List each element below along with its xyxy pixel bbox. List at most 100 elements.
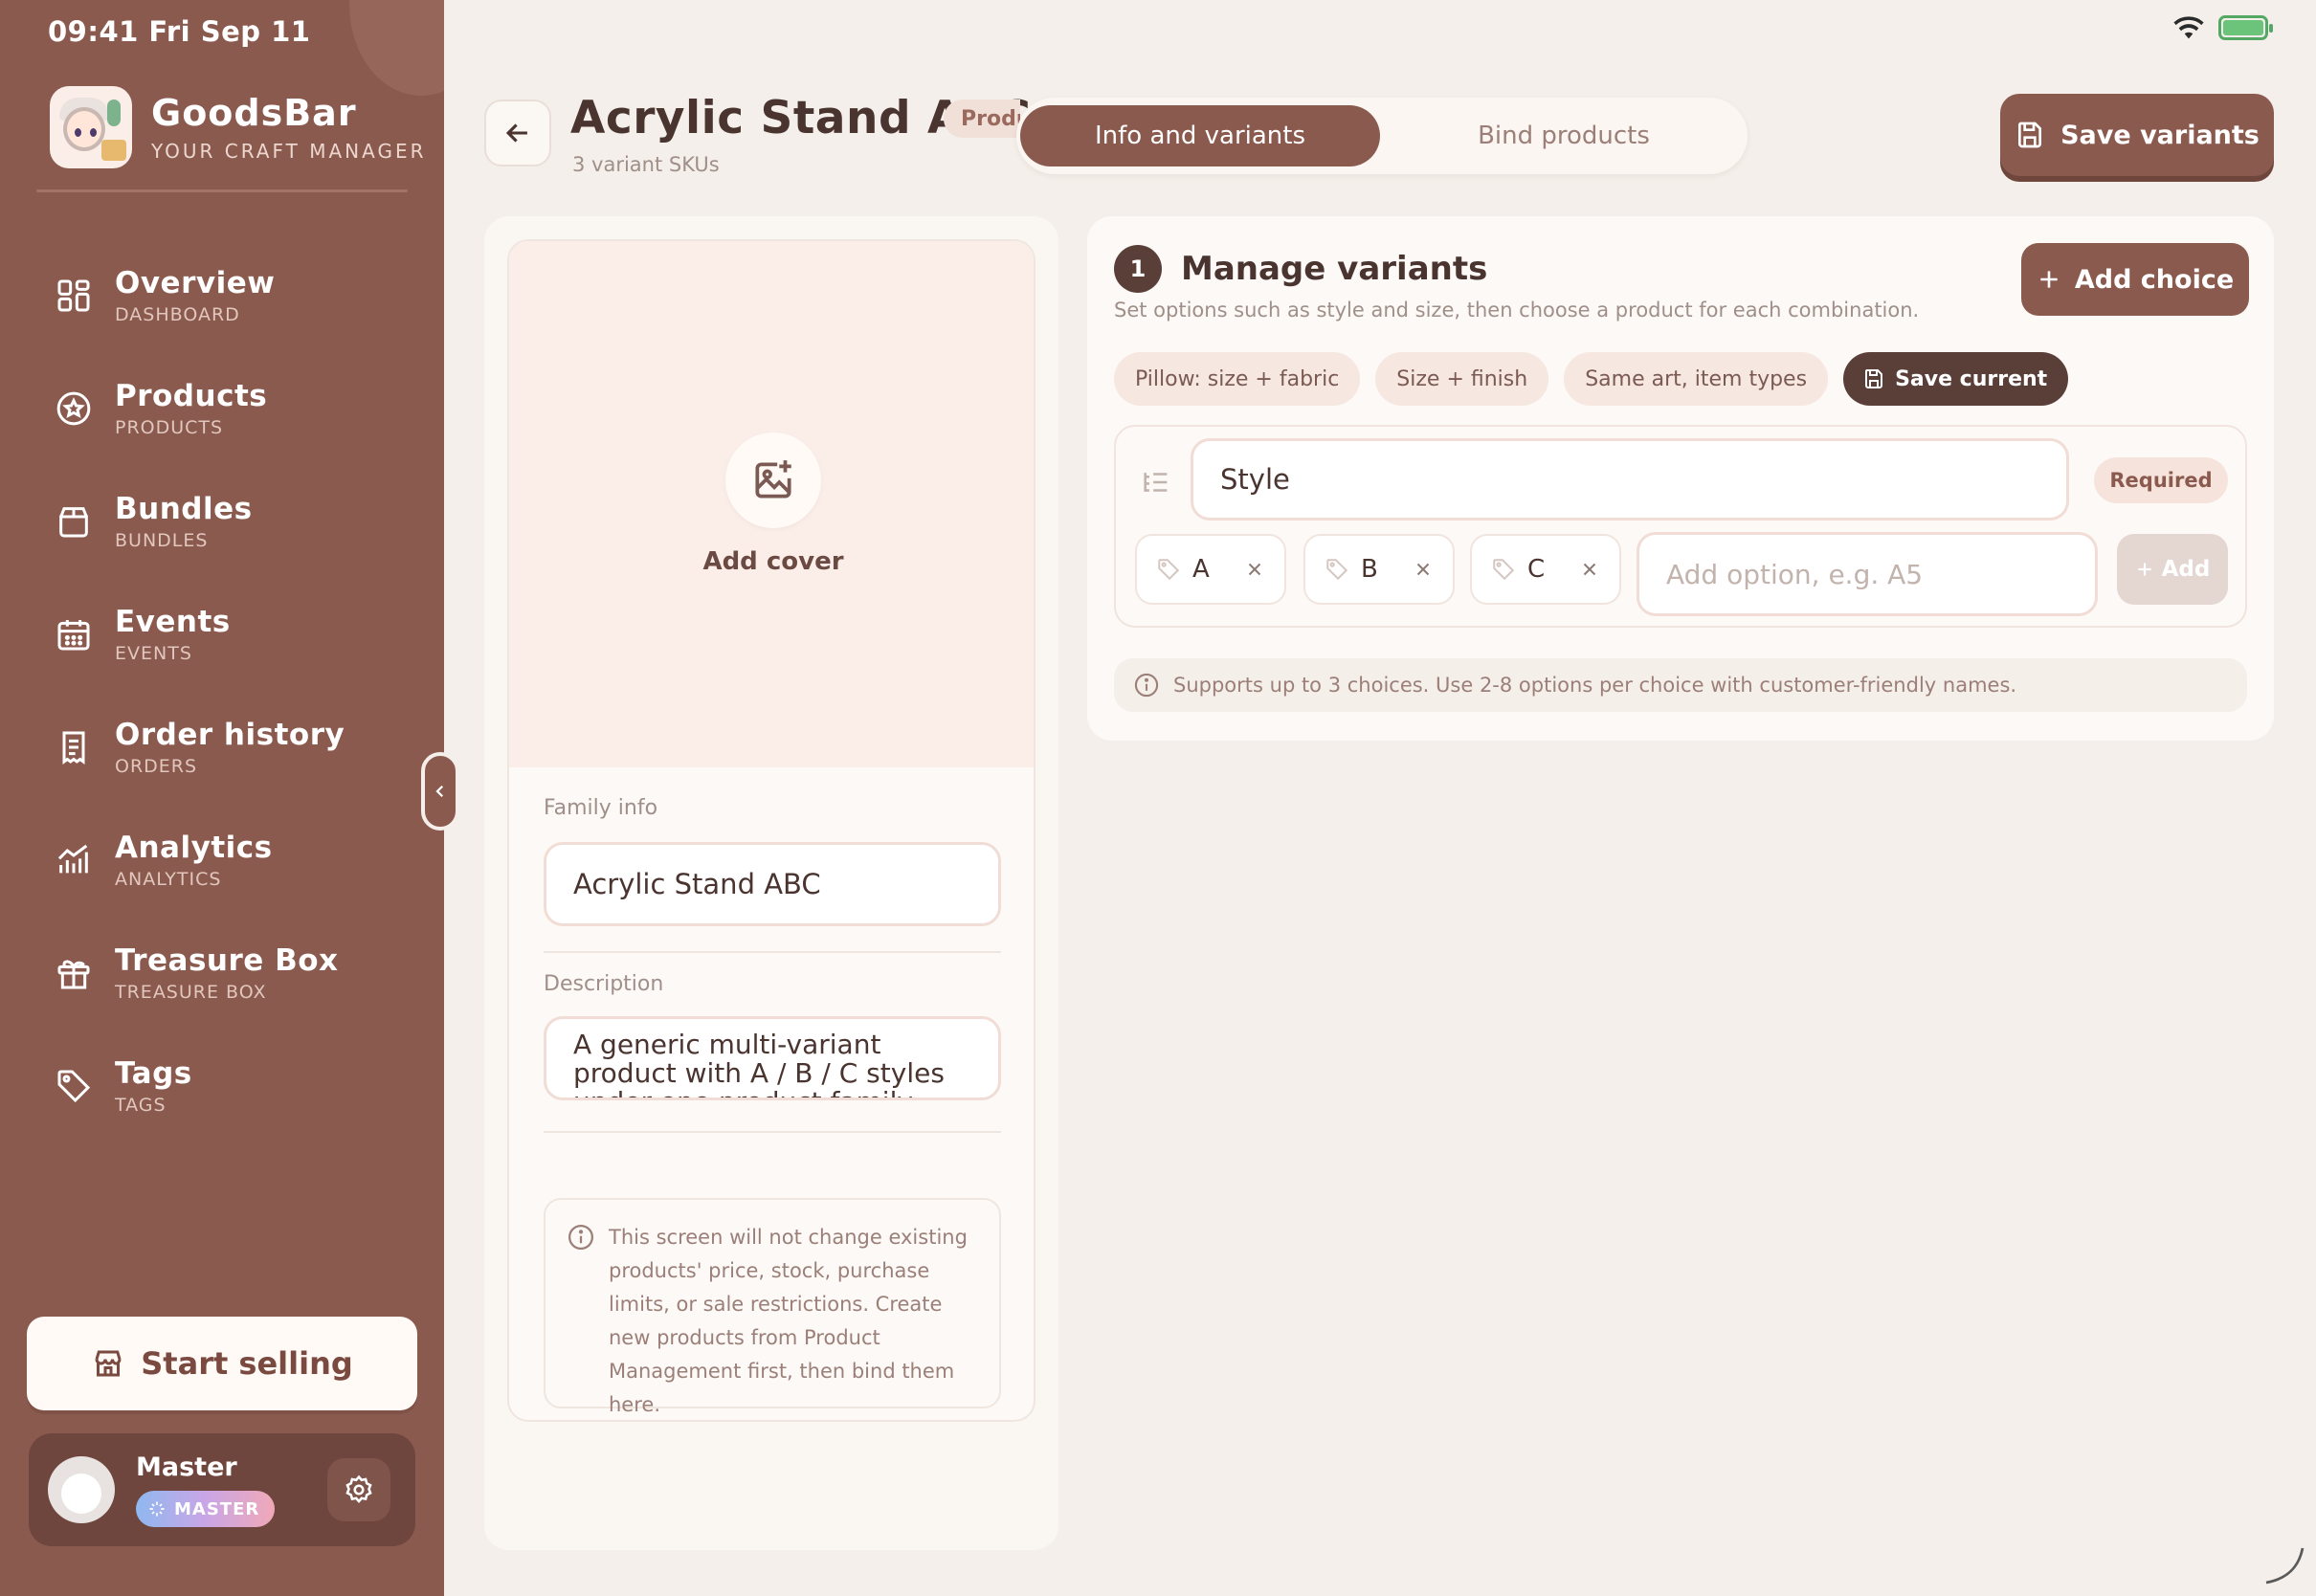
- product-badge: Product: [944, 100, 1020, 138]
- add-cover-label: Add cover: [702, 547, 844, 576]
- sparkle-icon: [149, 1501, 165, 1517]
- manage-variants-panel: 1 Manage variants Set options such as st…: [1087, 216, 2274, 741]
- sidebar-item-events[interactable]: Events EVENTS: [0, 578, 444, 691]
- remove-option-button[interactable]: [1244, 559, 1265, 580]
- limits-info-text: Supports up to 3 choices. Use 2-8 option…: [1173, 674, 2017, 697]
- status-icons: [2172, 15, 2273, 40]
- start-selling-button[interactable]: Start selling: [27, 1317, 417, 1410]
- receipt-icon: [54, 727, 94, 767]
- storefront-icon: [95, 1350, 122, 1377]
- sidebar-item-products[interactable]: Products PRODUCTS: [0, 352, 444, 465]
- option-label: C: [1527, 555, 1546, 584]
- calendar-icon: [54, 614, 94, 654]
- section-title: Manage variants: [1181, 250, 1488, 288]
- required-badge: Required: [2094, 457, 2228, 503]
- preset-pillow[interactable]: Pillow: size + fabric: [1114, 352, 1361, 406]
- add-choice-label: Add choice: [2074, 264, 2235, 295]
- close-icon: [1416, 563, 1430, 576]
- preset-list: Pillow: size + fabric Size + finish Same…: [1114, 352, 2069, 406]
- sidebar-item-analytics[interactable]: Analytics ANALYTICS: [0, 804, 444, 917]
- role-badge: MASTER: [136, 1491, 276, 1527]
- family-info-label: Family info: [544, 796, 658, 820]
- decorative-blob: [349, 0, 444, 96]
- sidebar-item-title: Tags: [115, 1056, 192, 1091]
- option-chip: C: [1470, 534, 1621, 605]
- add-option-button[interactable]: Add: [2117, 534, 2228, 605]
- arrow-left-icon: [505, 123, 527, 143]
- sidebar-item-subtitle: ORDERS: [115, 756, 198, 777]
- sidebar-item-title: Events: [115, 605, 231, 639]
- add-option-input[interactable]: [1637, 532, 2098, 616]
- remove-option-button[interactable]: [1579, 559, 1600, 580]
- role-badge-label: MASTER: [174, 1498, 260, 1519]
- family-name-input[interactable]: [544, 842, 1001, 926]
- step-number: 1: [1114, 245, 1162, 293]
- add-cover-area[interactable]: Add cover: [509, 241, 1034, 767]
- info-note: This screen will not change existing pro…: [544, 1198, 1001, 1416]
- choice-name-input[interactable]: [1191, 438, 2069, 521]
- info-icon: [1134, 673, 1159, 698]
- brand-tagline: YOUR CRAFT MANAGER: [151, 140, 427, 163]
- save-variants-button[interactable]: Save variants: [2000, 94, 2274, 176]
- description-label: Description: [544, 972, 664, 996]
- limits-info-bar: Supports up to 3 choices. Use 2-8 option…: [1114, 658, 2247, 712]
- option-label: A: [1192, 555, 1210, 584]
- back-button[interactable]: [484, 100, 551, 166]
- profile-name: Master: [136, 1452, 237, 1482]
- divider: [544, 951, 1001, 953]
- sidebar-item-title: Bundles: [115, 492, 253, 526]
- brand: GoodsBar YOUR CRAFT MANAGER: [50, 86, 426, 168]
- sidebar: 09:41 Fri Sep 11 GoodsBar YOUR CRAFT MAN…: [0, 0, 444, 1596]
- sidebar-item-subtitle: BUNDLES: [115, 530, 209, 551]
- sidebar-item-subtitle: EVENTS: [115, 643, 192, 664]
- add-option-label: Add: [2161, 557, 2211, 582]
- description-input[interactable]: A generic multi-variant product with A /…: [544, 1016, 1001, 1100]
- brand-divider: [36, 189, 408, 192]
- sidebar-item-subtitle: DASHBOARD: [115, 304, 240, 325]
- sidebar-item-tags[interactable]: Tags TAGS: [0, 1030, 444, 1142]
- gift-icon: [54, 953, 94, 993]
- battery-icon: [2218, 15, 2273, 40]
- preset-size-finish[interactable]: Size + finish: [1375, 352, 1549, 406]
- option-chip: B: [1303, 534, 1455, 605]
- plus-icon: [2040, 271, 2058, 288]
- preset-same-art[interactable]: Same art, item types: [1564, 352, 1829, 406]
- status-time: 09:41 Fri Sep 11: [48, 15, 311, 48]
- tag-icon: [1493, 559, 1515, 581]
- info-icon: [568, 1225, 593, 1250]
- sidebar-item-title: Analytics: [115, 831, 273, 865]
- sidebar-item-subtitle: ANALYTICS: [115, 869, 222, 890]
- plus-icon: [2137, 563, 2151, 576]
- resize-grip-icon: [2265, 1547, 2305, 1585]
- drag-handle-icon[interactable]: [1137, 463, 1175, 501]
- sidebar-nav: Overview DASHBOARD Products PRODUCTS Bundl…: [0, 239, 444, 1142]
- divider: [544, 1131, 1001, 1133]
- add-choice-button[interactable]: Add choice: [2021, 243, 2249, 316]
- chevron-left-icon: [435, 785, 444, 798]
- info-note-text: This screen will not change existing pro…: [609, 1226, 968, 1416]
- tab-bind-products[interactable]: Bind products: [1384, 105, 1744, 166]
- gear-icon: [345, 1474, 372, 1503]
- save-current-button[interactable]: Save current: [1843, 352, 2069, 406]
- sidebar-collapse-handle[interactable]: [421, 752, 459, 831]
- sidebar-item-bundles[interactable]: Bundles BUNDLES: [0, 465, 444, 578]
- settings-button[interactable]: [327, 1458, 390, 1521]
- tab-info-and-variants[interactable]: Info and variants: [1020, 105, 1380, 166]
- family-info-panel: Add cover Family info Description A gene…: [484, 216, 1058, 1550]
- avatar[interactable]: [48, 1456, 115, 1523]
- close-icon: [1248, 563, 1261, 576]
- sidebar-item-subtitle: TREASURE BOX: [115, 982, 267, 1003]
- image-add-icon: [725, 432, 821, 528]
- option-label: B: [1361, 555, 1378, 584]
- save-current-label: Save current: [1895, 366, 2048, 391]
- tag-icon: [1158, 559, 1180, 581]
- sidebar-item-overview[interactable]: Overview DASHBOARD: [0, 239, 444, 352]
- choice-card: Required A B C Add: [1114, 425, 2247, 628]
- close-icon: [1583, 563, 1596, 576]
- sidebar-item-order-history[interactable]: Order history ORDERS: [0, 691, 444, 804]
- profile-card: Master MASTER: [29, 1433, 415, 1546]
- brand-logo: [50, 86, 132, 168]
- variant-count: 3 variant SKUs: [572, 153, 720, 176]
- remove-option-button[interactable]: [1413, 559, 1434, 580]
- sidebar-item-treasure-box[interactable]: Treasure Box TREASURE BOX: [0, 917, 444, 1030]
